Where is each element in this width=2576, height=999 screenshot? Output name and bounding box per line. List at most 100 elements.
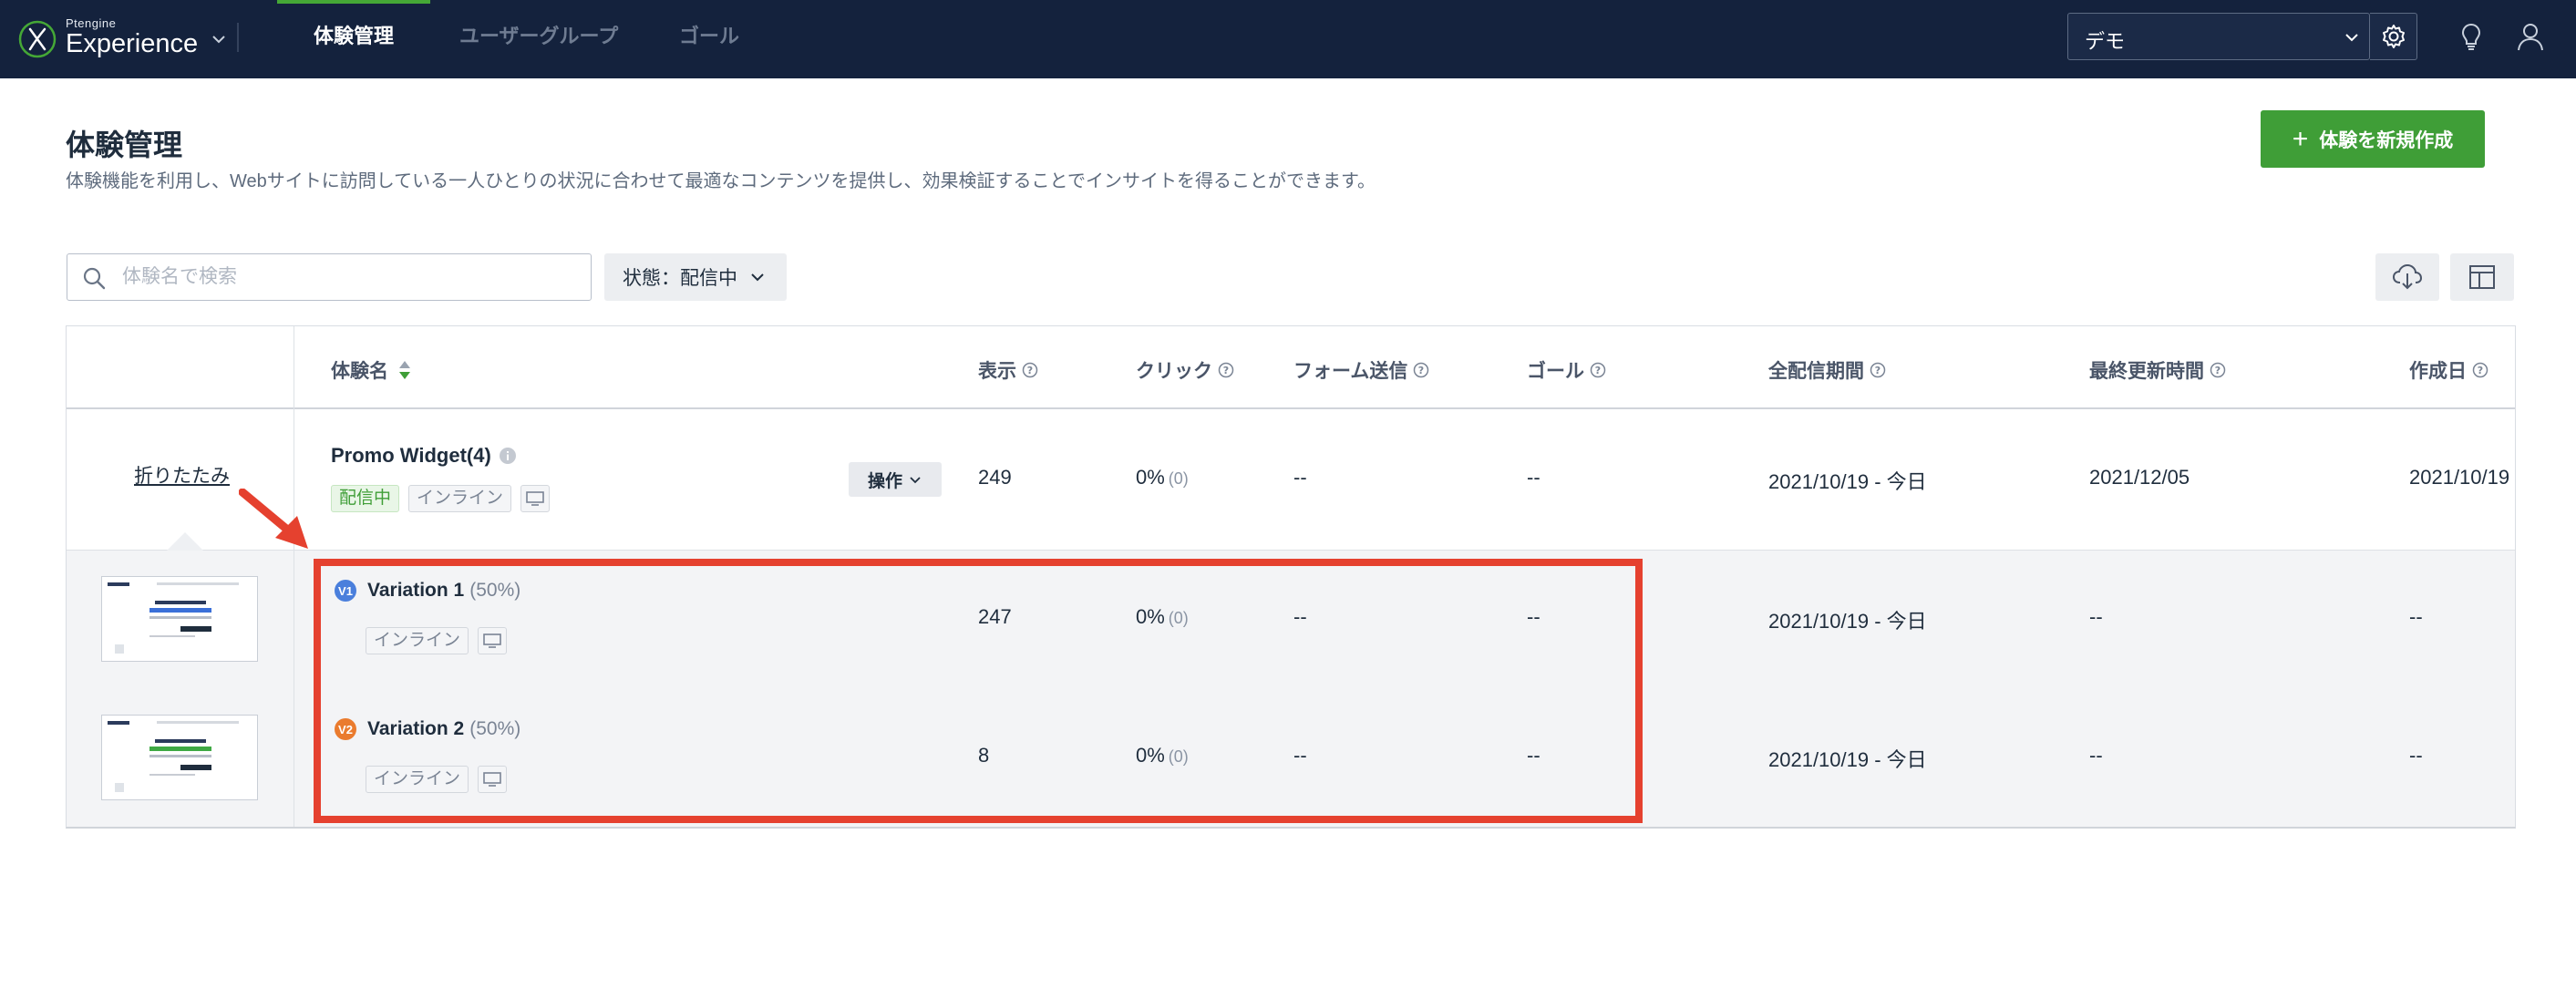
collapse-link[interactable]: 折りたたみ <box>134 461 230 489</box>
table-row-experience[interactable]: 折りたたみ Promo Widget(4) 配信中 インライン 操作 249 0… <box>67 410 2515 551</box>
tenant-select[interactable]: デモ <box>2067 13 2370 60</box>
variation-percentage: (50%) <box>469 718 521 739</box>
desktop-device-badge <box>520 485 551 512</box>
help-icon[interactable]: ? <box>2210 362 2226 378</box>
updated-value: -- <box>2089 744 2103 767</box>
svg-text:?: ? <box>1027 365 1033 376</box>
plus-icon: + <box>2292 123 2309 154</box>
period-value: 2021/10/19 - 今日 <box>1768 470 1927 493</box>
variation-thumbnail[interactable] <box>101 576 258 662</box>
variation-badge: V1 <box>335 580 356 602</box>
ptengine-logo-icon <box>18 20 57 58</box>
column-settings-button[interactable] <box>2450 253 2514 301</box>
user-icon[interactable] <box>2514 20 2547 53</box>
chevron-down-icon <box>2345 34 2358 42</box>
column-header-created: 作成日 ? <box>2409 356 2488 384</box>
desktop-icon <box>526 491 544 506</box>
top-navigation-bar: Ptengine Experience 体験管理 ユーザーグループ ゴール デモ <box>0 0 2576 78</box>
form-submit-value: -- <box>1293 744 1307 767</box>
variation-name[interactable]: V2 Variation 2 (50%) <box>335 718 520 740</box>
download-button[interactable] <box>2375 253 2439 301</box>
help-icon[interactable]: ? <box>1022 362 1038 378</box>
experience-name[interactable]: Promo Widget(4) <box>331 444 517 468</box>
click-count-value: (0) <box>1168 609 1189 627</box>
variations-panel: V1 Variation 1 (50%) インライン 247 0% (0) -- … <box>67 551 2515 827</box>
logo-product-text: Experience <box>66 29 199 58</box>
column-header-updated: 最終更新時間 ? <box>2089 356 2226 384</box>
created-value: 2021/10/19 <box>2409 466 2510 489</box>
column-header-label: フォーム送信 <box>1293 361 1408 382</box>
variation-badge: V2 <box>335 718 356 740</box>
desktop-icon <box>483 633 501 648</box>
svg-text:?: ? <box>2478 365 2483 376</box>
type-badge: インライン <box>408 485 512 512</box>
status-filter-value: 配信中 <box>680 268 737 289</box>
search-box[interactable] <box>67 253 592 301</box>
status-badge: 配信中 <box>331 485 400 512</box>
click-rate-cell: 0% (0) <box>1136 466 1189 489</box>
goal-value: -- <box>1527 605 1540 628</box>
logo-brand-text: Ptengine <box>66 16 117 30</box>
page-title: 体験管理 <box>66 129 183 161</box>
column-header-label: クリック <box>1136 361 1212 382</box>
help-icon[interactable]: ? <box>1590 362 1606 378</box>
gear-icon <box>2382 25 2405 48</box>
expand-caret <box>167 532 203 551</box>
period-value: 2021/10/19 - 今日 <box>1768 748 1927 771</box>
column-header-clicks: クリック ? <box>1136 356 1234 384</box>
svg-text:?: ? <box>1595 365 1601 376</box>
type-badge: インライン <box>366 766 469 793</box>
column-header-period: 全配信期間 ? <box>1768 356 1886 384</box>
click-rate-value: 0% <box>1136 744 1165 767</box>
column-header-name[interactable]: 体験名 <box>331 356 412 384</box>
chevron-down-icon[interactable] <box>211 31 227 47</box>
click-rate-value: 0% <box>1136 605 1165 628</box>
impressions-value: 247 <box>978 605 1012 628</box>
page-preview-image <box>108 721 239 792</box>
column-header-label: 表示 <box>978 361 1016 382</box>
form-submit-value: -- <box>1293 605 1307 628</box>
updated-value: -- <box>2089 605 2103 628</box>
info-icon[interactable] <box>499 447 517 465</box>
status-filter-dropdown[interactable]: 状態： 配信中 <box>604 253 787 301</box>
goal-value: -- <box>1527 466 1540 489</box>
click-count-value: (0) <box>1168 747 1189 766</box>
sort-icon[interactable] <box>397 358 412 382</box>
variation-name[interactable]: V1 Variation 1 (50%) <box>335 580 520 602</box>
impressions-value: 249 <box>978 466 1012 489</box>
created-value: -- <box>2409 605 2423 628</box>
column-header-label: 全配信期間 <box>1768 361 1864 382</box>
experience-table: 体験名 表示 ? クリック ? フォーム送信 ? ゴール ? 全配信期間 ? 最… <box>66 325 2516 829</box>
search-icon <box>83 267 106 290</box>
period-value: 2021/10/19 - 今日 <box>1768 610 1927 633</box>
table-header: 体験名 表示 ? クリック ? フォーム送信 ? ゴール ? 全配信期間 ? 最… <box>67 326 2515 409</box>
column-header-label: 体験名 <box>331 361 388 382</box>
experience-tags: 配信中 インライン <box>331 485 551 512</box>
svg-text:?: ? <box>2215 365 2221 376</box>
tab-experience-management[interactable]: 体験管理 <box>276 0 431 78</box>
column-header-impressions: 表示 ? <box>978 356 1038 384</box>
click-rate-value: 0% <box>1136 466 1165 489</box>
help-icon[interactable]: ? <box>1413 362 1429 378</box>
create-experience-button[interactable]: + 体験を新規作成 <box>2261 110 2485 168</box>
variation-tags: インライン <box>366 627 508 654</box>
help-icon[interactable]: ? <box>1218 362 1234 378</box>
column-header-goal: ゴール ? <box>1527 356 1606 384</box>
tab-goals[interactable]: ゴール <box>679 0 739 78</box>
help-icon[interactable]: ? <box>1870 362 1886 378</box>
tab-user-groups[interactable]: ユーザーグループ <box>459 0 618 78</box>
click-rate-cell: 0% (0) <box>1136 744 1189 767</box>
app-logo[interactable]: Ptengine Experience <box>18 16 227 62</box>
desktop-device-badge <box>478 766 508 793</box>
operations-dropdown-button[interactable]: 操作 <box>849 462 942 497</box>
lightbulb-icon[interactable] <box>2455 20 2488 53</box>
red-arrow-icon <box>239 489 308 549</box>
search-input[interactable] <box>122 262 578 293</box>
page-description: 体験機能を利用し、Webサイトに訪問している一人ひとりの状況に合わせて最適なコン… <box>66 171 1376 191</box>
impressions-value: 8 <box>978 744 990 767</box>
column-header-label: ゴール <box>1527 361 1584 382</box>
variation-thumbnail[interactable] <box>101 715 258 800</box>
nav-divider <box>237 23 239 52</box>
settings-button[interactable] <box>2370 13 2417 60</box>
help-icon[interactable]: ? <box>2472 362 2488 378</box>
